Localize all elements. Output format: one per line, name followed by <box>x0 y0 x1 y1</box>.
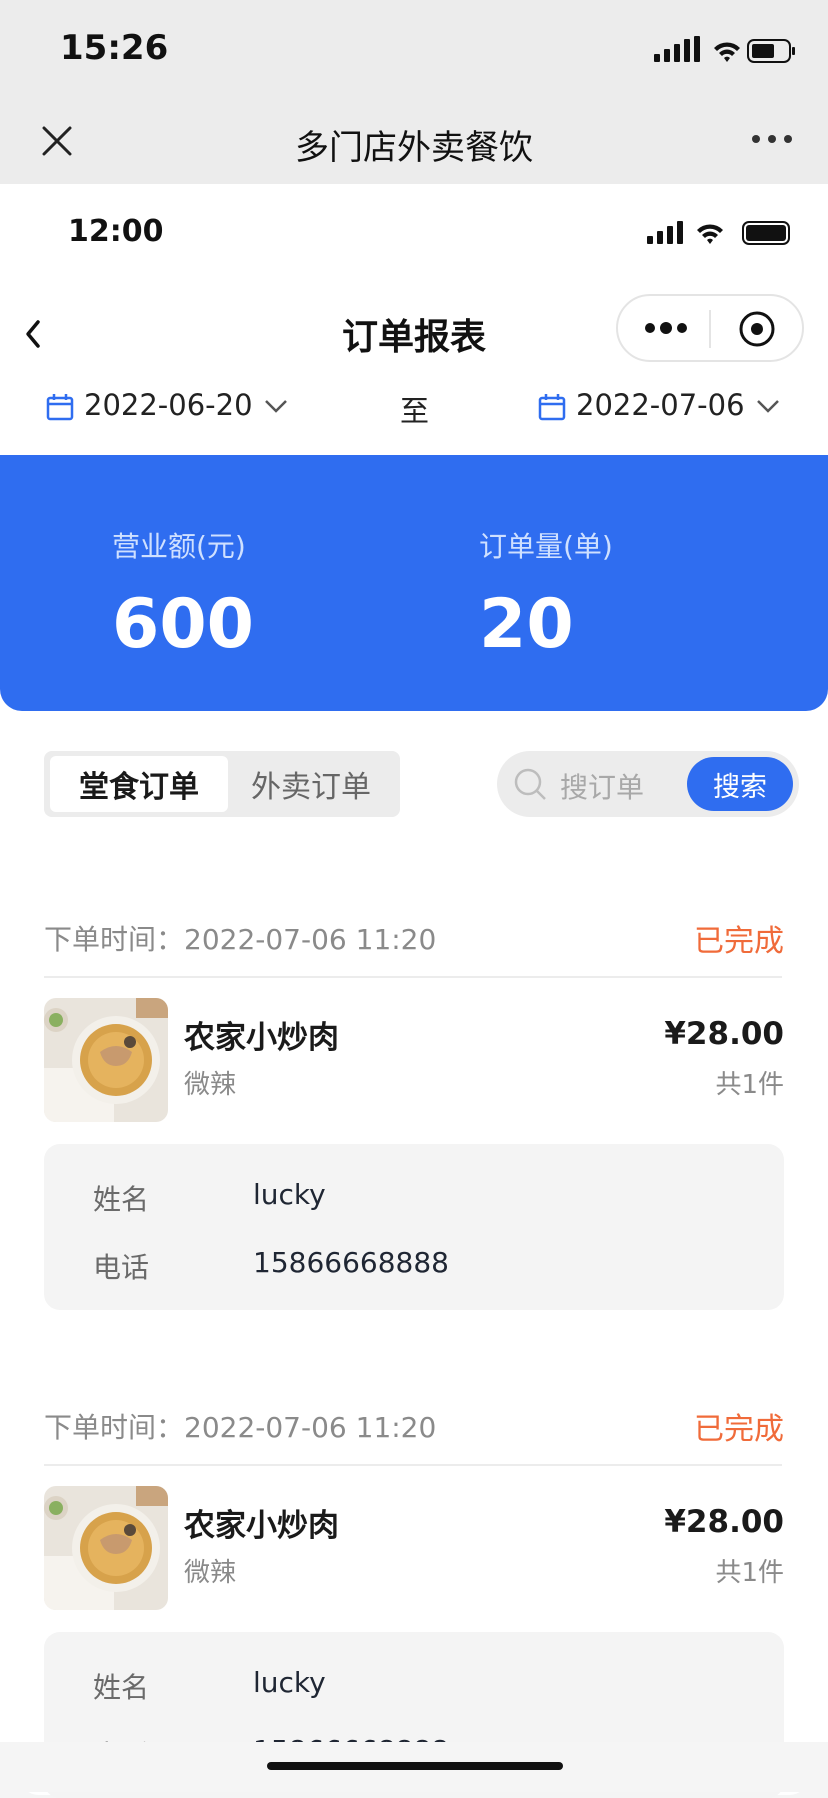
orders-value: 20 <box>479 585 574 664</box>
name-value: lucky <box>253 1178 326 1211</box>
wifi-icon <box>714 42 740 62</box>
chevron-down-icon[interactable] <box>756 398 780 414</box>
search-icon <box>514 768 546 800</box>
chevron-down-icon[interactable] <box>264 398 288 414</box>
dish-thumbnail <box>44 1486 168 1610</box>
dish-name: 农家小炒肉 <box>184 1020 339 1056</box>
outer-title: 多门店外卖餐饮 <box>295 128 533 168</box>
revenue-value: 600 <box>112 585 254 664</box>
date-to[interactable]: 2022-07-06 <box>576 388 745 422</box>
capsule-close-icon[interactable] <box>738 310 776 348</box>
calendar-icon <box>46 394 74 421</box>
search-button[interactable]: 搜索 <box>687 757 793 811</box>
tab-delivery[interactable]: 外卖订单 <box>228 756 394 812</box>
dish-price: ¥28.00 <box>664 1504 784 1540</box>
name-key: 姓名 <box>93 1671 150 1704</box>
capsule-more-icon[interactable] <box>644 320 688 336</box>
dish-spice: 微辣 <box>184 1558 237 1588</box>
noodle-bowl-image <box>44 998 168 1122</box>
customer-info <box>44 1144 784 1310</box>
date-separator: 至 <box>400 394 430 428</box>
date-from[interactable]: 2022-06-20 <box>84 388 253 422</box>
phone-key: 电话 <box>93 1251 150 1284</box>
signal-icon <box>654 36 700 62</box>
name-key: 姓名 <box>93 1183 150 1216</box>
dish-qty: 共1件 <box>715 1558 784 1588</box>
search-placeholder: 搜订单 <box>560 771 645 804</box>
tab-dine-in[interactable]: 堂食订单 <box>50 756 228 812</box>
order-status: 已完成 <box>694 924 784 959</box>
dish-name: 农家小炒肉 <box>184 1508 339 1544</box>
calendar-icon <box>538 394 566 421</box>
more-icon[interactable] <box>750 133 794 145</box>
orders-label: 订单量(单) <box>479 530 613 563</box>
divider <box>44 1464 782 1466</box>
noodle-bowl-image <box>44 1486 168 1610</box>
divider <box>44 976 782 978</box>
summary-card <box>0 455 828 711</box>
dish-spice: 微辣 <box>184 1070 237 1100</box>
name-value: lucky <box>253 1666 326 1699</box>
app-status-time: 12:00 <box>68 214 164 249</box>
signal-icon <box>647 221 683 244</box>
app-status-icons <box>647 221 790 245</box>
order-status: 已完成 <box>694 1412 784 1447</box>
dish-qty: 共1件 <box>715 1070 784 1100</box>
revenue-label: 营业额(元) <box>112 530 246 563</box>
phone-value: 15866668888 <box>253 1246 449 1279</box>
wifi-icon <box>697 224 723 244</box>
order-time: 下单时间：2022-07-06 11:20 <box>44 1411 437 1444</box>
capsule-divider <box>709 310 711 348</box>
home-indicator <box>267 1762 563 1770</box>
outer-status-time: 15:26 <box>60 28 169 68</box>
outer-status-icons <box>654 36 795 63</box>
order-time: 下单时间：2022-07-06 11:20 <box>44 923 437 956</box>
dish-thumbnail <box>44 998 168 1122</box>
dish-price: ¥28.00 <box>664 1016 784 1052</box>
